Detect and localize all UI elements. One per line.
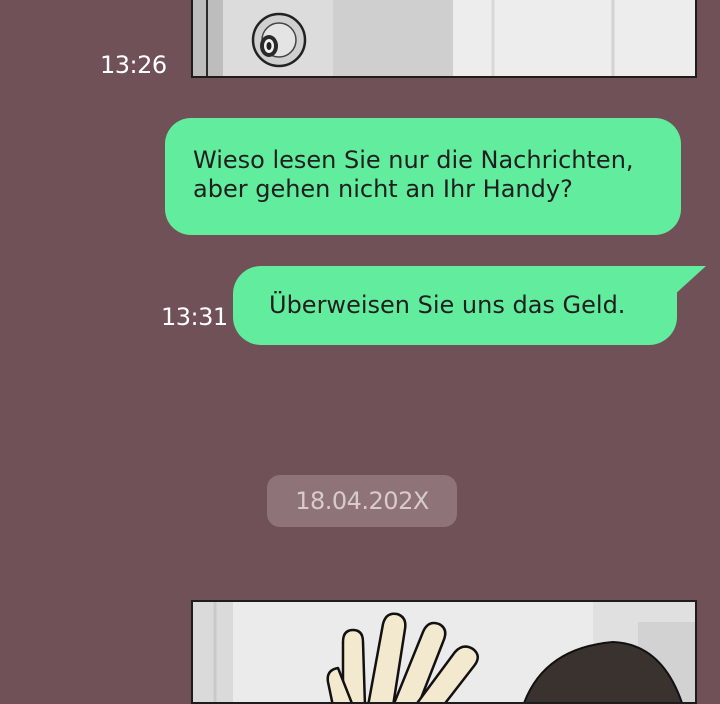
chat-bubble-text-line: Wieso lesen Sie nur die Nachrichten, (193, 146, 634, 174)
date-separator-chip: 18.04.202X (267, 475, 457, 527)
chat-bubble-text-line: aber gehen nicht an Ihr Handy? (193, 175, 573, 203)
door-knob-illustration (193, 0, 695, 76)
door-knob-panel-image (191, 0, 697, 78)
raised-hand-illustration (193, 602, 695, 702)
hand-panel-image (191, 600, 697, 704)
chat-bubble-outgoing[interactable]: Wieso lesen Sie nur die Nachrichten, abe… (165, 118, 681, 235)
chat-bubble-text: Überweisen Sie uns das Geld. (269, 291, 626, 319)
message-timestamp: 13:31 (161, 303, 228, 331)
message-timestamp: 13:26 (100, 51, 167, 79)
chat-bubble-outgoing[interactable]: Überweisen Sie uns das Geld. (233, 266, 677, 345)
